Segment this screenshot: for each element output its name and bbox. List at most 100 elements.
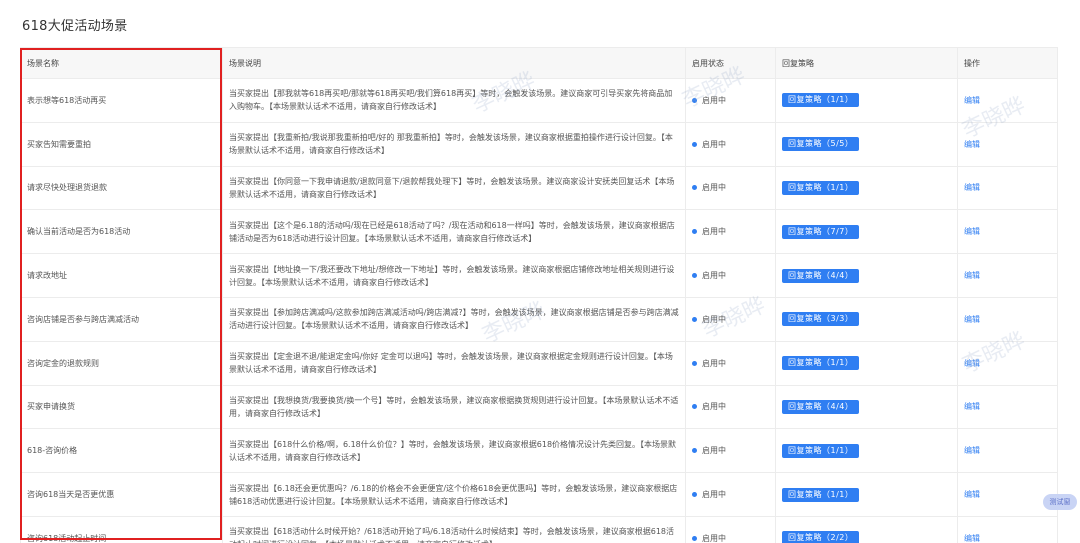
table-row: 咨询618活动起止时间 当买家提出【618活动什么时候开始？/618活动开始了吗… — [20, 516, 1058, 543]
header-status: 启用状态 — [685, 47, 776, 79]
status-text: 启用中 — [702, 446, 726, 456]
status-badge: 启用中 — [692, 313, 769, 326]
edit-link[interactable]: 编辑 — [964, 315, 980, 324]
status-cell: 启用中 — [685, 472, 776, 517]
op-cell: 编辑 — [957, 297, 1058, 342]
status-text: 启用中 — [702, 227, 726, 237]
table-row: 买家告知需要重拍 当买家提出【我重新拍/我说那我重新拍吧/好的 那我重新拍】等时… — [20, 122, 1058, 167]
op-cell: 编辑 — [957, 78, 1058, 123]
edit-link[interactable]: 编辑 — [964, 227, 980, 236]
status-dot-icon — [692, 185, 697, 191]
scene-table: 场景名称 场景说明 启用状态 回复策略 操作 表示想等618活动再买 当买家提出… — [20, 47, 1058, 543]
scene-desc: 当买家提出【我重新拍/我说那我重新拍吧/好的 那我重新拍】等时，会触发该场景，建… — [222, 122, 686, 167]
op-cell: 编辑 — [957, 385, 1058, 430]
status-text: 启用中 — [702, 95, 726, 105]
reply-strategy-button[interactable]: 回复策略（5/5） — [782, 137, 860, 152]
op-cell: 编辑 — [957, 428, 1058, 474]
reply-cell: 回复策略（1/1） — [775, 341, 958, 386]
status-badge: 启用中 — [692, 488, 769, 501]
edit-link[interactable]: 编辑 — [964, 140, 980, 149]
edit-link[interactable]: 编辑 — [964, 96, 980, 105]
scene-name: 请求尽快处理退货退款 — [20, 166, 223, 211]
scene-desc: 当买家提出【参加跨店满减吗/这款参加跨店满减活动吗/跨店满减?】等时，会触发该场… — [222, 297, 686, 342]
table-row: 咨询618当天是否更优惠 当买家提出【6.18还会更优惠吗？/6.18的价格会不… — [20, 472, 1058, 517]
op-cell: 编辑 — [957, 516, 1058, 543]
scene-name: 咨询定金的退款规则 — [20, 341, 223, 386]
op-cell: 编辑 — [957, 166, 1058, 211]
reply-cell: 回复策略（1/1） — [775, 428, 958, 474]
edit-link[interactable]: 编辑 — [964, 359, 980, 368]
status-dot-icon — [692, 360, 697, 366]
op-cell: 编辑 — [957, 209, 1058, 255]
status-cell: 启用中 — [685, 428, 776, 474]
status-badge: 启用中 — [692, 94, 769, 107]
op-cell: 编辑 — [957, 472, 1058, 517]
reply-cell: 回复策略（3/3） — [775, 297, 958, 342]
scene-name: 买家申请换货 — [20, 385, 223, 430]
status-badge: 启用中 — [692, 444, 769, 457]
scene-name: 618-咨询价格 — [20, 428, 223, 474]
status-text: 启用中 — [702, 490, 726, 500]
status-badge: 启用中 — [692, 400, 769, 413]
status-dot-icon — [692, 316, 697, 322]
reply-strategy-button[interactable]: 回复策略（4/4） — [782, 399, 860, 414]
scene-name: 咨询618活动起止时间 — [20, 516, 223, 543]
test-window-button[interactable]: 测试窗 — [1043, 494, 1077, 510]
scene-desc: 当买家提出【你同意一下我申请退款/退款同意下/退款帮我处理下】等时，会触发该场景… — [222, 166, 686, 211]
status-badge: 启用中 — [692, 269, 769, 282]
reply-cell: 回复策略（1/1） — [775, 78, 958, 123]
reply-strategy-button[interactable]: 回复策略（3/3） — [782, 312, 860, 327]
table-row: 咨询店铺是否参与跨店满减活动 当买家提出【参加跨店满减吗/这款参加跨店满减活动吗… — [20, 297, 1058, 342]
status-cell: 启用中 — [685, 209, 776, 255]
edit-link[interactable]: 编辑 — [964, 402, 980, 411]
scene-desc: 当买家提出【我想换货/我要换货/换一个号】等时，会触发该场景，建议商家根据换货规… — [222, 385, 686, 430]
status-text: 启用中 — [702, 314, 726, 324]
table-row: 请求改地址 当买家提出【地址换一下/我还要改下地址/想修改一下地址】等时，会触发… — [20, 253, 1058, 298]
scene-desc: 当买家提出【定金退不退/能退定金吗/你好 定金可以退吗】等时，会触发该场景，建议… — [222, 341, 686, 386]
scene-name: 确认当前活动是否为618活动 — [20, 209, 223, 255]
edit-link[interactable]: 编辑 — [964, 490, 980, 499]
scene-desc: 当买家提出【618活动什么时候开始？/618活动开始了吗/6.18活动什么时候结… — [222, 516, 686, 543]
edit-link[interactable]: 编辑 — [964, 534, 980, 543]
reply-strategy-button[interactable]: 回复策略（1/1） — [782, 180, 860, 195]
status-cell: 启用中 — [685, 166, 776, 211]
reply-strategy-button[interactable]: 回复策略（7/7） — [782, 224, 860, 239]
table-row: 表示想等618活动再买 当买家提出【那我就等618再买吧/那就等618再买吧/我… — [20, 78, 1058, 123]
reply-strategy-button[interactable]: 回复策略（4/4） — [782, 268, 860, 283]
status-cell: 启用中 — [685, 516, 776, 543]
status-text: 启用中 — [702, 358, 726, 368]
reply-strategy-button[interactable]: 回复策略（1/1） — [782, 356, 860, 371]
table-header-row: 场景名称 场景说明 启用状态 回复策略 操作 — [20, 47, 1058, 79]
status-dot-icon — [692, 273, 697, 279]
edit-link[interactable]: 编辑 — [964, 183, 980, 192]
reply-cell: 回复策略（5/5） — [775, 122, 958, 167]
status-text: 启用中 — [702, 271, 726, 281]
scene-name: 买家告知需要重拍 — [20, 122, 223, 167]
reply-cell: 回复策略（7/7） — [775, 209, 958, 255]
reply-strategy-button[interactable]: 回复策略（1/1） — [782, 443, 860, 458]
edit-link[interactable]: 编辑 — [964, 271, 980, 280]
status-dot-icon — [692, 229, 697, 235]
scene-name: 请求改地址 — [20, 253, 223, 298]
table-row: 咨询定金的退款规则 当买家提出【定金退不退/能退定金吗/你好 定金可以退吗】等时… — [20, 341, 1058, 386]
header-reply: 回复策略 — [775, 47, 958, 79]
edit-link[interactable]: 编辑 — [964, 446, 980, 455]
status-dot-icon — [692, 141, 697, 147]
reply-cell: 回复策略（1/1） — [775, 166, 958, 211]
status-text: 启用中 — [702, 402, 726, 412]
scene-desc: 当买家提出【地址换一下/我还要改下地址/想修改一下地址】等时，会触发该场景。建议… — [222, 253, 686, 298]
table-row: 买家申请换货 当买家提出【我想换货/我要换货/换一个号】等时，会触发该场景，建议… — [20, 385, 1058, 430]
status-cell: 启用中 — [685, 341, 776, 386]
reply-strategy-button[interactable]: 回复策略（1/1） — [782, 487, 860, 502]
status-dot-icon — [692, 535, 697, 541]
reply-cell: 回复策略（2/2） — [775, 516, 958, 543]
scene-desc: 当买家提出【618什么价格/啊，6.18什么价位？】等时，会触发该场景，建议商家… — [222, 428, 686, 474]
scene-name: 咨询618当天是否更优惠 — [20, 472, 223, 517]
status-badge: 启用中 — [692, 532, 769, 543]
status-cell: 启用中 — [685, 253, 776, 298]
header-desc: 场景说明 — [222, 47, 686, 79]
op-cell: 编辑 — [957, 122, 1058, 167]
reply-strategy-button[interactable]: 回复策略（2/2） — [782, 531, 860, 543]
table-row: 请求尽快处理退货退款 当买家提出【你同意一下我申请退款/退款同意下/退款帮我处理… — [20, 166, 1058, 211]
reply-strategy-button[interactable]: 回复策略（1/1） — [782, 93, 860, 108]
